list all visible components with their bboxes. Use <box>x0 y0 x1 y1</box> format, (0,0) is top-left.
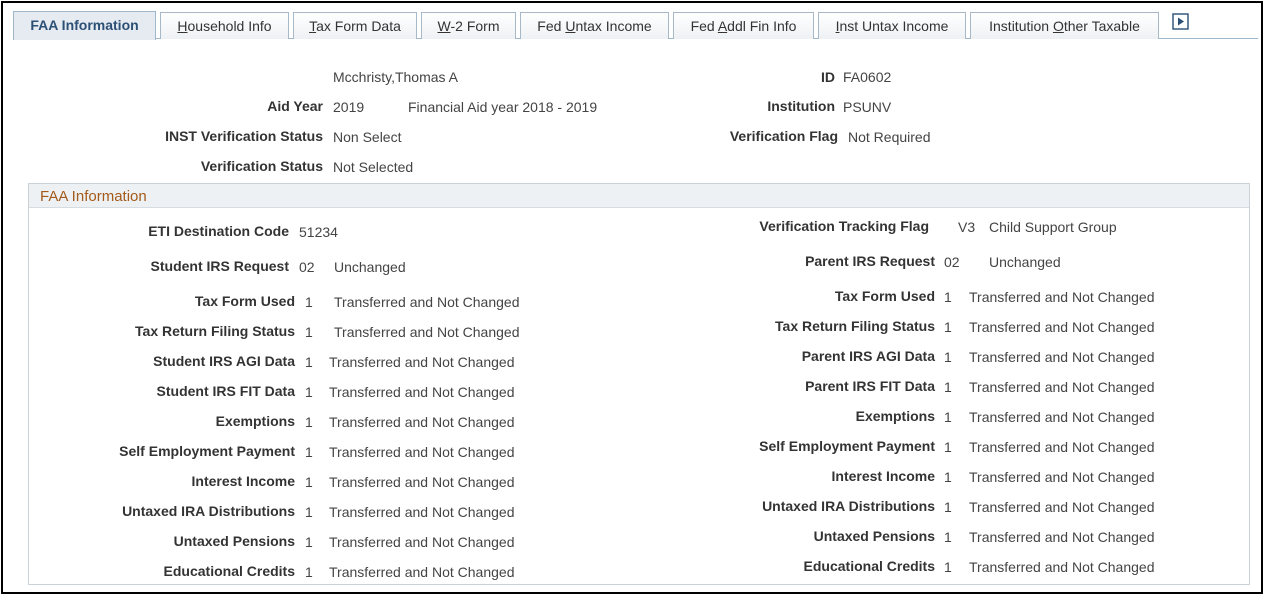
tab-institution-other-taxable[interactable]: Institution Other Taxable <box>970 12 1159 39</box>
verification-status-value: Not Selected <box>333 159 414 175</box>
left-row-desc: Transferred and Not Changed <box>329 534 515 550</box>
id-value: FA0602 <box>843 69 892 85</box>
parent-irs-request-code: 02 <box>944 254 960 270</box>
student-irs-request-label: Student IRS Request <box>150 258 289 274</box>
tab-faa-information[interactable]: FAA Information <box>13 11 156 40</box>
right-row-desc: Transferred and Not Changed <box>969 319 1155 335</box>
aid-year-value: 2019 <box>333 99 365 115</box>
left-row-code: 1 <box>305 324 313 340</box>
right-row-desc: Transferred and Not Changed <box>969 559 1155 575</box>
left-row-code: 1 <box>305 384 313 400</box>
student-irs-request-desc: Unchanged <box>334 259 406 275</box>
left-row-label: Student IRS AGI Data <box>153 353 295 369</box>
left-row-desc: Transferred and Not Changed <box>329 504 515 520</box>
aid-year-description: Financial Aid year 2018 - 2019 <box>408 99 598 115</box>
student-irs-request-code: 02 <box>299 259 315 275</box>
verification-flag-value: Not Required <box>848 129 931 145</box>
right-row-code: 1 <box>944 289 952 305</box>
tab-household-info[interactable]: Household Info <box>160 12 289 39</box>
parent-irs-request-label: Parent IRS Request <box>805 253 935 269</box>
left-row-desc: Transferred and Not Changed <box>329 354 515 370</box>
right-row-label: Untaxed IRA Distributions <box>762 498 935 514</box>
right-row-label: Tax Return Filing Status <box>775 318 935 334</box>
right-row-code: 1 <box>944 469 952 485</box>
right-row-label: Educational Credits <box>803 558 935 574</box>
left-row-desc: Transferred and Not Changed <box>334 294 520 310</box>
eti-destination-code-value: 51234 <box>299 224 338 240</box>
tab-fed-addl-fin-info[interactable]: Fed Addl Fin Info <box>673 12 814 39</box>
left-row-label: Educational Credits <box>163 563 295 579</box>
right-row-desc: Transferred and Not Changed <box>969 379 1155 395</box>
left-row-code: 1 <box>305 504 313 520</box>
student-name: Mcchristy,Thomas A <box>333 69 458 85</box>
right-row-code: 1 <box>944 379 952 395</box>
right-row-label: Untaxed Pensions <box>813 528 935 544</box>
right-row-desc: Transferred and Not Changed <box>969 349 1155 365</box>
right-row-label: Self Employment Payment <box>759 438 935 454</box>
left-row-label: Self Employment Payment <box>119 443 295 459</box>
tab-fed-untax-income[interactable]: Fed Untax Income <box>520 12 669 39</box>
left-row-code: 1 <box>305 444 313 460</box>
left-row-label: Interest Income <box>191 473 295 489</box>
right-row-code: 1 <box>944 349 952 365</box>
verification-tracking-flag-label: Verification Tracking Flag <box>759 218 929 234</box>
left-row-label: Tax Return Filing Status <box>135 323 295 339</box>
left-row-label: Student IRS FIT Data <box>156 383 295 399</box>
left-row-label: Tax Form Used <box>194 293 295 309</box>
right-row-code: 1 <box>944 409 952 425</box>
parent-irs-request-desc: Unchanged <box>989 254 1061 270</box>
right-row-code: 1 <box>944 319 952 335</box>
institution-value: PSUNV <box>843 99 892 115</box>
right-row-code: 1 <box>944 559 952 575</box>
left-row-code: 1 <box>305 534 313 550</box>
aid-year-label: Aid Year <box>267 98 323 114</box>
right-row-label: Exemptions <box>855 408 935 424</box>
right-row-label: Parent IRS AGI Data <box>801 348 935 364</box>
right-row-code: 1 <box>944 439 952 455</box>
tab-w2-form[interactable]: W-2 Form <box>421 12 516 39</box>
left-row-desc: Transferred and Not Changed <box>329 384 515 400</box>
left-row-desc: Transferred and Not Changed <box>334 324 520 340</box>
left-row-desc: Transferred and Not Changed <box>329 564 515 580</box>
section-title: FAA Information <box>40 188 147 205</box>
inst-verification-status-value: Non Select <box>333 129 402 145</box>
page-frame: FAA Information Household Info Tax Form … <box>1 1 1263 594</box>
id-label: ID <box>821 69 835 85</box>
play-right-icon[interactable] <box>1172 13 1198 39</box>
verification-tracking-flag-code: V3 <box>958 219 976 235</box>
right-row-desc: Transferred and Not Changed <box>969 409 1155 425</box>
left-row-label: Untaxed Pensions <box>173 533 295 549</box>
right-row-label: Parent IRS FIT Data <box>805 378 935 394</box>
left-row-desc: Transferred and Not Changed <box>329 444 515 460</box>
right-row-desc: Transferred and Not Changed <box>969 469 1155 485</box>
left-row-code: 1 <box>305 294 313 310</box>
left-row-code: 1 <box>305 354 313 370</box>
left-row-code: 1 <box>305 564 313 580</box>
left-row-desc: Transferred and Not Changed <box>329 474 515 490</box>
verification-tracking-flag-desc: Child Support Group <box>989 219 1117 235</box>
right-row-label: Tax Form Used <box>834 288 935 304</box>
tab-tax-form-data[interactable]: Tax Form Data <box>293 12 417 39</box>
tab-inst-untax-income[interactable]: Inst Untax Income <box>818 12 966 39</box>
left-row-label: Untaxed IRA Distributions <box>122 503 295 519</box>
right-row-desc: Transferred and Not Changed <box>969 289 1155 305</box>
verification-flag-label: Verification Flag <box>729 128 838 144</box>
left-row-label: Exemptions <box>215 413 295 429</box>
right-row-desc: Transferred and Not Changed <box>969 529 1155 545</box>
institution-label: Institution <box>767 98 835 114</box>
section-header: FAA Information <box>29 184 1249 208</box>
tab-bar: FAA Information Household Info Tax Form … <box>13 11 1258 40</box>
left-row-code: 1 <box>305 414 313 430</box>
left-row-desc: Transferred and Not Changed <box>329 414 515 430</box>
right-row-desc: Transferred and Not Changed <box>969 439 1155 455</box>
right-row-code: 1 <box>944 529 952 545</box>
inst-verification-status-label: INST Verification Status <box>165 128 323 144</box>
right-row-label: Interest Income <box>831 468 935 484</box>
right-row-desc: Transferred and Not Changed <box>969 499 1155 515</box>
verification-status-label: Verification Status <box>200 158 323 174</box>
eti-destination-code-label: ETI Destination Code <box>148 223 289 239</box>
left-row-code: 1 <box>305 474 313 490</box>
right-row-code: 1 <box>944 499 952 515</box>
